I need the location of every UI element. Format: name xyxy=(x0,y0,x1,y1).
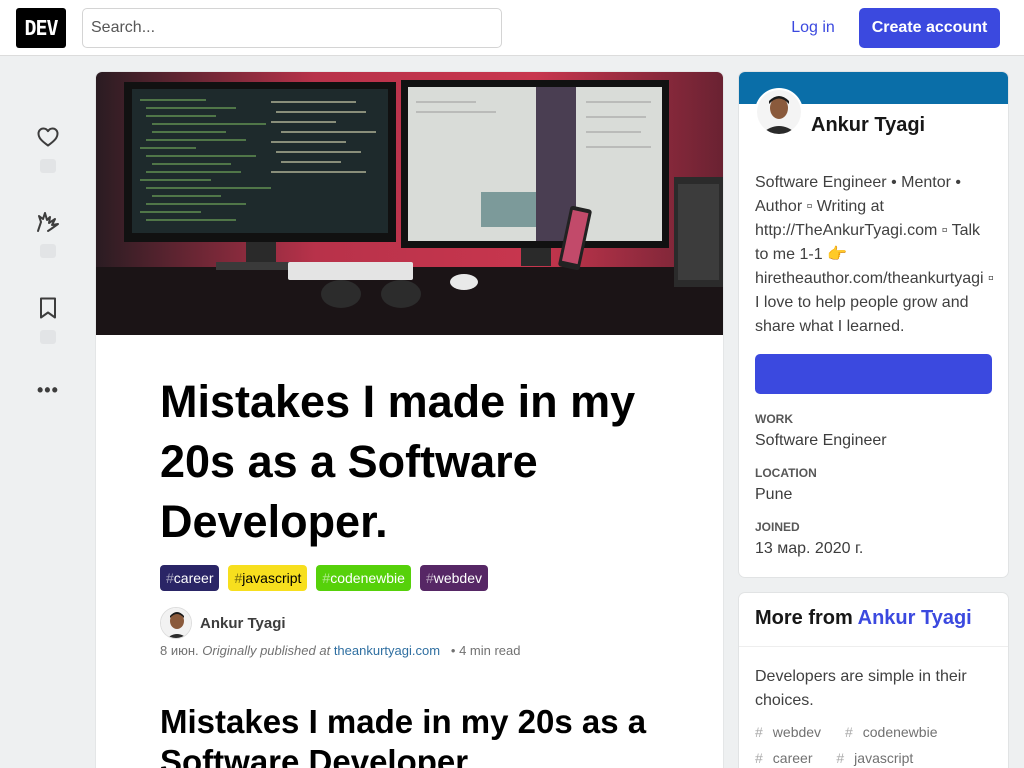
create-account-button[interactable]: Create account xyxy=(859,8,1000,48)
unicorn-icon xyxy=(37,212,59,232)
login-link[interactable]: Log in xyxy=(778,8,848,48)
tag-codenewbie[interactable]: #codenewbie xyxy=(316,565,411,591)
author-profile-card: Ankur Tyagi Software Engineer • Mentor •… xyxy=(739,72,1008,577)
heart-icon xyxy=(37,127,59,147)
tag-list: #career #javascript #codenewbie #webdev xyxy=(160,565,680,591)
unicorn-count xyxy=(40,244,56,258)
read-time: 4 min read xyxy=(459,643,521,658)
heart-count xyxy=(40,159,56,173)
article-meta: 8 июн. Originally published at theankurt… xyxy=(160,643,521,658)
more-tag-codenewbie[interactable]: # codenewbie xyxy=(845,724,948,740)
more-tag-career[interactable]: # career xyxy=(755,750,822,766)
originally-published-label: Originally published at xyxy=(202,643,331,658)
follow-button[interactable] xyxy=(755,354,992,394)
tag-career[interactable]: #career xyxy=(160,565,220,591)
bookmark-action[interactable] xyxy=(35,296,61,344)
publish-date: 8 июн. xyxy=(160,643,199,658)
more-from-post[interactable]: Developers are simple in their choices. … xyxy=(739,647,1008,768)
article-card: Mistakes I made in my 20s as a Software … xyxy=(96,72,723,768)
unicorn-reaction[interactable] xyxy=(35,210,61,258)
heart-reaction[interactable] xyxy=(35,125,61,173)
bookmark-count xyxy=(40,330,56,344)
more-from-post-tags: # webdev # codenewbie # career # javascript xyxy=(755,719,990,768)
author-name[interactable]: Ankur Tyagi xyxy=(200,615,286,632)
more-from-author-link[interactable]: Ankur Tyagi xyxy=(858,607,972,629)
author-avatar[interactable] xyxy=(160,607,192,639)
more-tag-javascript[interactable]: # javascript xyxy=(836,750,923,766)
more-from-heading: More from Ankur Tyagi xyxy=(739,593,1008,647)
joined-label: Joined xyxy=(755,520,800,534)
cover-image xyxy=(96,72,723,335)
article-subheading: Mistakes I made in my 20s as a Software … xyxy=(160,703,647,768)
search-input[interactable] xyxy=(82,8,502,48)
article-header: Mistakes I made in my 20s as a Software … xyxy=(160,372,680,658)
top-navbar: DEV Log in Create account xyxy=(0,0,1024,56)
location-label: Location xyxy=(755,466,817,480)
more-dots-icon[interactable]: ••• xyxy=(37,380,59,401)
profile-facts: Work Software Engineer Location Pune Joi… xyxy=(755,412,992,574)
tag-webdev[interactable]: #webdev xyxy=(419,565,489,591)
joined-value: 13 мар. 2020 г. xyxy=(755,540,864,557)
article-title: Mistakes I made in my 20s as a Software … xyxy=(160,376,636,547)
profile-name[interactable]: Ankur Tyagi xyxy=(811,114,925,137)
author-row: Ankur Tyagi xyxy=(160,607,680,639)
source-link[interactable]: theankurtyagi.com xyxy=(334,643,440,658)
work-label: Work xyxy=(755,412,793,426)
location-value: Pune xyxy=(755,486,793,503)
profile-avatar[interactable] xyxy=(755,88,803,136)
profile-bio: Software Engineer • Mentor • Author ▫ Wr… xyxy=(755,174,994,335)
more-from-post-title[interactable]: Developers are simple in their choices. xyxy=(755,665,992,713)
dev-logo[interactable]: DEV xyxy=(16,8,66,48)
work-value: Software Engineer xyxy=(755,432,887,449)
bookmark-icon xyxy=(40,297,56,319)
more-from-card: More from Ankur Tyagi Developers are sim… xyxy=(739,593,1008,768)
more-tag-webdev[interactable]: # webdev xyxy=(755,724,831,740)
tag-javascript[interactable]: #javascript xyxy=(228,565,308,591)
